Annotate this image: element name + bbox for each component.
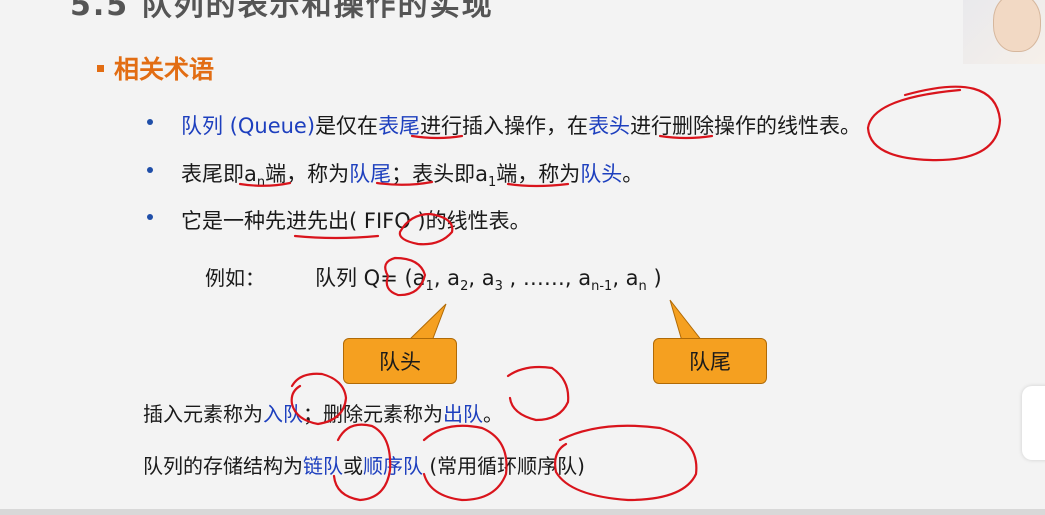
ink-circle-linked-queue xyxy=(332,423,392,502)
ink-circle-circular-queue xyxy=(554,424,698,502)
ink-circle-dequeue xyxy=(506,365,570,422)
ink-circle-fifo xyxy=(398,212,454,246)
ink-circle-linear-table xyxy=(866,85,1002,162)
side-float-widget[interactable] xyxy=(1022,386,1045,460)
ink-underline-a1 xyxy=(506,182,570,188)
ink-underline-rear xyxy=(410,134,464,140)
ink-underline-an xyxy=(238,181,292,187)
slide: 5.5 队列的表示和操作的实现 相关术语 队列 (Queue)是仅在表尾进行插入… xyxy=(0,0,1045,515)
handwritten-annotations xyxy=(238,85,1002,502)
bottom-bar xyxy=(0,509,1045,515)
ink-circle-sequential-queue xyxy=(422,424,508,502)
ink-underline-front xyxy=(658,134,714,140)
ink-circle-q xyxy=(384,256,427,297)
ink-underline-rear2 xyxy=(375,180,434,186)
ink-underline-fifo-prefix xyxy=(293,234,380,240)
ink-circle-enqueue xyxy=(290,372,348,426)
